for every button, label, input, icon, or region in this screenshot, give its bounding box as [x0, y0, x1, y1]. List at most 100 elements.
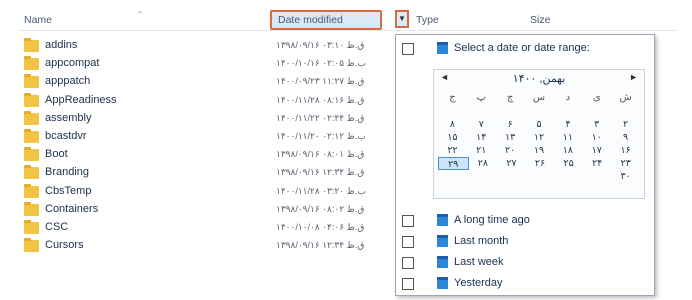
folder-icon	[24, 165, 39, 180]
calendar-icon	[437, 256, 448, 268]
calendar-day[interactable]: ۲۵	[554, 157, 583, 170]
weekday-header: ج پ چ س د ی ش	[438, 92, 640, 103]
item-date: ۱۳۹۸/۰۹/۱۶ ق.ظ ۰۸:۰۲	[276, 203, 365, 214]
checkbox[interactable]	[402, 215, 414, 227]
option-a-long-time-ago[interactable]: A long time ago	[402, 213, 642, 229]
calendar-icon	[437, 277, 448, 289]
list-item[interactable]: CSC ۱۴۰۰/۱۰/۰۸ ق.ظ ۰۴:۰۶	[24, 219, 394, 238]
folder-icon	[24, 110, 39, 125]
weekday-label: پ	[476, 92, 486, 103]
calendar-day[interactable]: ۱۶	[611, 144, 640, 157]
date-filter-dropdown: Select a date or date range: ◄ بهمن, ۱۴۰…	[395, 34, 655, 296]
checkbox[interactable]	[402, 236, 414, 248]
calendar-day[interactable]: ۱۱	[553, 131, 582, 144]
calendar-month-title[interactable]: بهمن, ۱۴۰۰	[434, 72, 644, 85]
calendar-day[interactable]: ۵	[525, 118, 554, 131]
list-item[interactable]: apppatch ۱۴۰۰/۰۹/۲۳ ق.ظ ۱۱:۲۷	[24, 74, 394, 92]
calendar-week-row: ۳۰	[438, 170, 640, 183]
calendar-empty-cell	[525, 170, 554, 183]
column-header-date-modified[interactable]: Date modified	[270, 10, 382, 30]
calendar-day[interactable]: ۱۹	[525, 144, 554, 157]
folder-icon	[24, 147, 39, 162]
option-last-week[interactable]: Last week	[402, 255, 642, 271]
calendar-day[interactable]: ۶	[496, 118, 525, 131]
item-name: Boot	[45, 148, 68, 161]
calendar-day[interactable]: ۲	[611, 118, 640, 131]
calendar-day[interactable]: ۲۲	[438, 144, 467, 157]
item-name: apppatch	[45, 75, 91, 88]
list-item[interactable]: bcastdvr ۱۴۰۰/۱۱/۲۰ ب.ظ ۰۲:۱۲	[24, 128, 394, 147]
next-month-arrow-icon[interactable]: ►	[629, 72, 638, 82]
list-item[interactable]: appcompat ۱۴۰۰/۱۰/۱۶ ب.ظ ۰۲:۰۵	[24, 56, 394, 74]
calendar-day[interactable]: ۳۰	[611, 170, 640, 183]
item-date: ۱۴۰۰/۱۰/۱۶ ب.ظ ۰۲:۰۵	[276, 58, 366, 69]
folder-icon	[24, 92, 39, 107]
calendar-day[interactable]: ۳	[582, 118, 611, 131]
calendar-week-row: ۲۲ ۲۱ ۲۰ ۱۹ ۱۸ ۱۷ ۱۶	[438, 144, 640, 157]
option-label: Last month	[454, 235, 509, 247]
calendar-day[interactable]: ۸	[438, 118, 467, 131]
calendar-day[interactable]: ۹	[611, 131, 640, 144]
calendar-empty-cell	[553, 170, 582, 183]
calendar-day-grid: ۸ ۷ ۶ ۵ ۴ ۳ ۲ ۱۵ ۱۴ ۱۳ ۱۲ ۱۱ ۱۰ ۹ ۲۲ ۲۱ ۲۰ ۱۹ ۱۸ ۱۷ ۱۶ ۲۹ ۲۸ ۲۷…	[438, 118, 640, 183]
column-header-type[interactable]: Type	[416, 12, 439, 28]
calendar-day[interactable]: ۱۲	[525, 131, 554, 144]
calendar-empty-cell	[438, 170, 467, 183]
item-name: CbsTemp	[45, 184, 92, 197]
list-item[interactable]: assembly ۱۴۰۰/۱۱/۲۲ ق.ظ ۰۲:۴۴	[24, 110, 394, 129]
calendar-day[interactable]: ۱۴	[467, 131, 496, 144]
calendar-day[interactable]: ۲۱	[467, 144, 496, 157]
calendar-icon	[437, 235, 448, 247]
calendar-icon	[437, 42, 448, 54]
list-item[interactable]: CbsTemp ۱۴۰۰/۱۱/۲۸ ب.ظ ۰۳:۲۰	[24, 183, 394, 202]
list-item[interactable]: addins ۱۳۹۸/۰۹/۱۶ ق.ظ ۰۳:۱۰	[24, 38, 394, 56]
list-item[interactable]: Branding ۱۳۹۸/۰۹/۱۶ ق.ظ ۱۲:۳۴	[24, 165, 394, 183]
calendar-day[interactable]: ۲۳	[611, 157, 640, 170]
file-list: addins ۱۳۹۸/۰۹/۱۶ ق.ظ ۰۳:۱۰ appcompat ۱۴۰۰…	[24, 38, 394, 256]
item-date: ۱۴۰۰/۰۹/۲۳ ق.ظ ۱۱:۲۷	[276, 76, 365, 87]
calendar-day[interactable]: ۱۳	[496, 131, 525, 144]
calendar-day[interactable]: ۲۴	[583, 157, 612, 170]
calendar-day[interactable]: ۲۶	[526, 157, 555, 170]
folder-icon	[24, 38, 39, 52]
calendar-day[interactable]: ۲۹	[438, 157, 469, 170]
calendar-day[interactable]: ۲۷	[497, 157, 526, 170]
option-last-month[interactable]: Last month	[402, 234, 642, 250]
option-yesterday[interactable]: Yesterday	[402, 276, 642, 292]
calendar-day[interactable]: ۱۰	[582, 131, 611, 144]
option-label: A long time ago	[454, 214, 530, 226]
sort-indicator: ^	[138, 10, 142, 19]
column-header-name[interactable]: Name	[24, 12, 52, 28]
checkbox[interactable]	[402, 43, 414, 55]
option-select-date-range[interactable]: Select a date or date range:	[402, 41, 642, 57]
weekday-label: س	[532, 92, 546, 103]
list-item[interactable]: Boot ۱۳۹۸/۰۹/۱۶ ق.ظ ۰۸:۰۱	[24, 147, 394, 165]
checkbox[interactable]	[402, 278, 414, 290]
calendar-icon	[437, 214, 448, 226]
weekday-label: د	[565, 92, 571, 103]
checkbox[interactable]	[402, 257, 414, 269]
calendar-day[interactable]: ۴	[553, 118, 582, 131]
item-name: Containers	[45, 202, 99, 215]
column-header-row: Name ^ Date modified ▼ Type Size	[18, 10, 678, 31]
folder-icon	[24, 238, 39, 253]
list-item[interactable]: Cursors ۱۳۹۸/۰۹/۱۶ ق.ظ ۱۲:۳۴	[24, 238, 394, 256]
date-filter-dropdown-button[interactable]: ▼	[395, 10, 409, 28]
option-label: Last week	[454, 256, 504, 268]
list-item[interactable]: Containers ۱۳۹۸/۰۹/۱۶ ق.ظ ۰۸:۰۲	[24, 201, 394, 220]
calendar-day[interactable]: ۲۰	[496, 144, 525, 157]
calendar-day[interactable]: ۱۷	[582, 144, 611, 157]
calendar-day[interactable]: ۲۸	[469, 157, 498, 170]
item-name: Branding	[45, 166, 90, 179]
calendar-day[interactable]: ۱۸	[553, 144, 582, 157]
calendar-day[interactable]: ۷	[467, 118, 496, 131]
folder-icon	[24, 183, 39, 198]
calendar-day[interactable]: ۱۵	[438, 131, 467, 144]
list-item[interactable]: AppReadiness ۱۴۰۰/۱۱/۲۸ ق.ظ ۰۸:۱۶	[24, 92, 394, 111]
item-name: AppReadiness	[45, 93, 117, 106]
item-name: bcastdvr	[45, 129, 87, 142]
column-header-size[interactable]: Size	[530, 12, 550, 28]
item-date: ۱۳۹۸/۰۹/۱۶ ق.ظ ۰۳:۱۰	[276, 40, 365, 50]
item-name: assembly	[45, 111, 92, 124]
calendar-week-row: ۸۷۶۵۴۳۲	[438, 118, 640, 131]
